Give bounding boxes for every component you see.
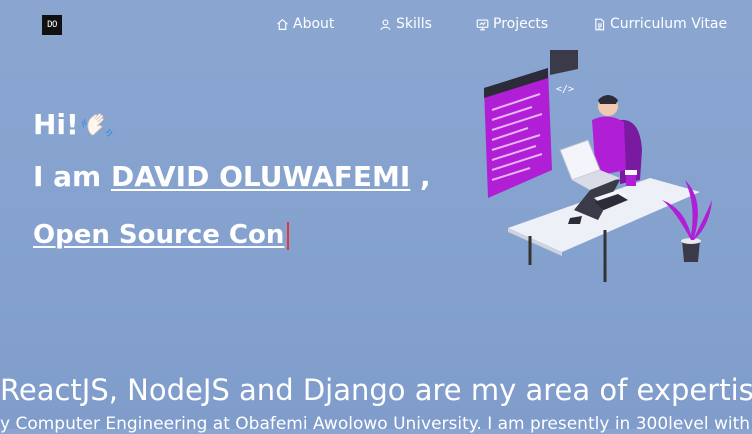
document-icon	[595, 18, 605, 30]
nav-skills[interactable]: Skills	[379, 16, 432, 32]
user-icon	[380, 18, 391, 30]
code-window-illustration: </>	[484, 50, 578, 198]
expertise-heading: ReactJS, NodeJS and Django are my area o…	[0, 373, 752, 407]
full-name: DAVID OLUWAFEMI	[110, 160, 411, 193]
nav-projects-label: Projects	[493, 16, 549, 32]
nav-skills-label: Skills	[396, 16, 432, 32]
waving-hand-icon	[81, 112, 113, 137]
top-nav: About Skills Projects Curriculum Vitae	[0, 16, 752, 36]
nav-cv[interactable]: Curriculum Vitae	[593, 16, 727, 32]
presentation-icon	[476, 18, 489, 30]
intro-prefix: I am	[33, 160, 111, 193]
developer-desk-illustration: </>	[484, 50, 712, 282]
svg-text:</>: </>	[556, 84, 574, 95]
greeting: Hi!	[33, 108, 113, 141]
home-icon	[277, 18, 288, 30]
typed-role-text: Open Source Con	[33, 220, 285, 250]
bio-text: y Computer Engineering at Obafemi Awolow…	[0, 414, 752, 434]
intro-line: I am DAVID OLUWAFEMI ,	[33, 160, 431, 193]
intro-suffix: ,	[410, 160, 431, 193]
nav-about[interactable]: About	[276, 16, 334, 32]
greeting-text: Hi!	[33, 108, 79, 141]
typed-role: Open Source Con	[33, 220, 290, 250]
nav-cv-label: Curriculum Vitae	[610, 16, 728, 32]
nav-about-label: About	[293, 16, 335, 32]
nav-projects[interactable]: Projects	[476, 16, 548, 32]
typing-caret	[287, 221, 290, 250]
